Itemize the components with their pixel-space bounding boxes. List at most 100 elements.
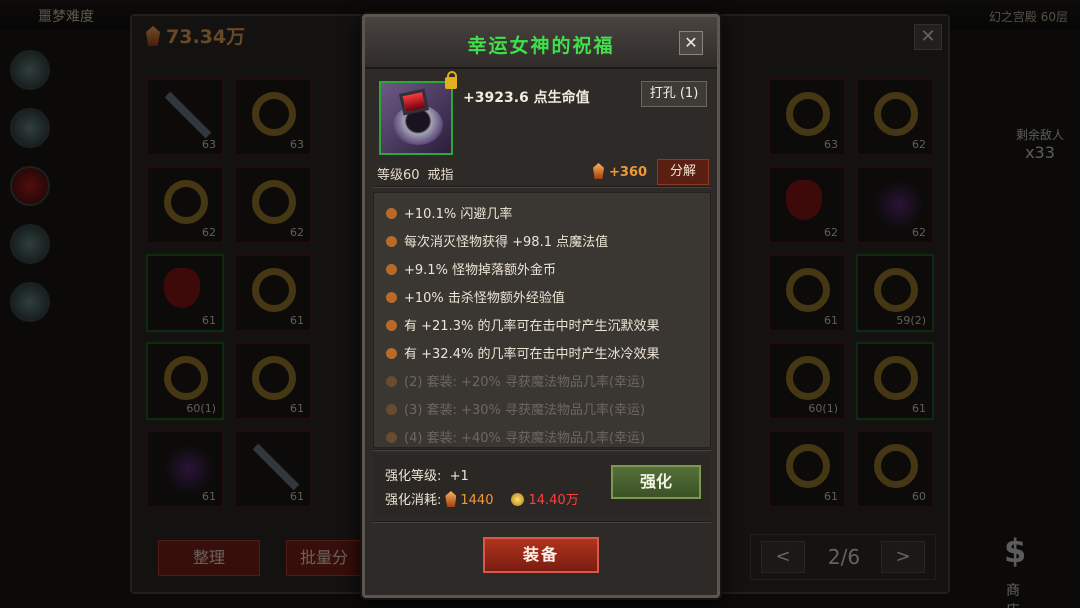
slot-level: 61 (824, 314, 838, 327)
item-icon (252, 443, 300, 491)
item-name: 幸运女神的祝福 (467, 35, 615, 57)
slot-level: 63 (290, 138, 304, 151)
slot-level: 62 (912, 226, 926, 239)
crystal-icon (445, 491, 457, 507)
dialog-header: 幸运女神的祝福 ✕ (365, 17, 717, 69)
inventory-slot[interactable]: 63 (146, 78, 224, 156)
close-icon[interactable]: ✕ (914, 24, 942, 50)
inventory-slot[interactable]: 61 (234, 342, 312, 420)
inventory-slot[interactable]: 62 (146, 166, 224, 244)
bullet-icon (386, 292, 397, 303)
page-indicator: 2/6 (827, 545, 861, 569)
decompose-value: +360 (593, 163, 647, 180)
slot-level: 61 (290, 314, 304, 327)
inventory-slot[interactable]: 61 (234, 430, 312, 508)
pager: < 2/6 > (750, 534, 936, 580)
inventory-slot[interactable]: 59(2) (856, 254, 934, 332)
batch-decompose-button[interactable]: 批量分 (286, 540, 362, 576)
set-bonus-row: (4) 套装: +40% 寻获魔法物品几率(幸运) (386, 427, 645, 446)
enhance-level-value: +1 (449, 469, 469, 484)
inventory-slot[interactable]: 62 (768, 166, 846, 244)
affix-text: +9.1% 怪物掉落额外金币 (404, 263, 557, 278)
inventory-slot[interactable]: 60(1) (768, 342, 846, 420)
item-icon (786, 180, 822, 220)
affix-row: +10.1% 闪避几率 (386, 203, 512, 222)
enhance-cost: 强化消耗: 1440 14.40万 (385, 489, 579, 508)
crystal-icon (146, 26, 160, 46)
hero-avatar[interactable] (10, 166, 50, 206)
inventory-slot[interactable]: 62 (234, 166, 312, 244)
gold-cost: 14.40万 (528, 493, 579, 508)
item-icon (874, 356, 918, 400)
crystal-icon (593, 163, 604, 179)
item-icon (874, 92, 918, 136)
set-bonus-row: (3) 套装: +30% 寻获魔法物品几率(幸运) (386, 399, 645, 418)
affix-text: (3) 套装: +30% 寻获魔法物品几率(幸运) (404, 403, 646, 418)
bullet-icon (386, 264, 397, 275)
lock-icon[interactable] (445, 71, 457, 89)
enhance-level: 强化等级: +1 (385, 465, 469, 484)
item-icon (164, 180, 208, 224)
item-level-type: 等级60 戒指 (377, 164, 462, 183)
decompose-button[interactable]: 分解 (657, 159, 709, 185)
inventory-slot[interactable]: 60(1) (146, 342, 224, 420)
bullet-icon (386, 236, 397, 247)
decompose-amount: +360 (609, 165, 648, 180)
divider (373, 449, 711, 451)
slot-level: 63 (824, 138, 838, 151)
inventory-slot[interactable]: 63 (234, 78, 312, 156)
inventory-slot[interactable]: 62 (856, 166, 934, 244)
next-page-button[interactable]: > (881, 541, 925, 573)
affix-text: +10% 击杀怪物额外经验值 (404, 291, 565, 306)
prev-page-button[interactable]: < (761, 541, 805, 573)
bullet-icon (386, 348, 397, 359)
shop-label: 商店 (1006, 583, 1020, 608)
hero-avatar[interactable] (10, 224, 50, 264)
item-icon (786, 92, 830, 136)
remaining-label: 剩余敌人 (1015, 128, 1064, 142)
bullet-icon (386, 320, 397, 331)
item-icon (164, 356, 208, 400)
item-detail-dialog: 幸运女神的祝福 ✕ +3923.6 点生命值 打孔 (1) 等级60 戒指 +36… (362, 14, 720, 598)
inventory-slot[interactable]: 63 (768, 78, 846, 156)
enhance-button[interactable]: 强化 (611, 465, 701, 499)
item-icon (164, 91, 212, 139)
main-stat: +3923.6 点生命值 (463, 90, 590, 106)
slot-level: 61 (202, 490, 216, 503)
inventory-slot[interactable]: 61 (146, 254, 224, 332)
equip-button[interactable]: 装备 (483, 537, 599, 573)
inventory-slot[interactable]: 61 (768, 430, 846, 508)
slot-level: 60 (912, 490, 926, 503)
hero-avatar[interactable] (10, 282, 50, 322)
inventory-slot[interactable]: 60 (856, 430, 934, 508)
slot-level: 61 (290, 402, 304, 415)
inventory-slot[interactable]: 62 (856, 78, 934, 156)
inventory-slot[interactable]: 61 (146, 430, 224, 508)
item-level: 等级60 (377, 168, 420, 183)
close-icon[interactable]: ✕ (679, 31, 703, 55)
inventory-slot[interactable]: 61 (768, 254, 846, 332)
item-type: 戒指 (427, 168, 454, 183)
slot-level: 62 (912, 138, 926, 151)
item-icon (252, 268, 296, 312)
hero-avatar[interactable] (10, 108, 50, 148)
item-icon (786, 444, 830, 488)
hero-avatar[interactable] (10, 50, 50, 90)
item-icon (164, 444, 214, 494)
socket-button[interactable]: 打孔 (1) (641, 81, 707, 107)
item-icon (252, 180, 296, 224)
gold-amount: 73.34万 (166, 26, 246, 48)
inventory-slot[interactable]: 61 (856, 342, 934, 420)
item-icon (786, 268, 830, 312)
sort-button[interactable]: 整理 (158, 540, 260, 576)
item-icon (874, 444, 918, 488)
slot-level: 62 (824, 226, 838, 239)
enhance-section: 强化等级: +1 强化消耗: 1440 14.40万 强化 (373, 453, 711, 517)
slot-level: 59(2) (896, 314, 926, 327)
enhance-level-label: 强化等级: (385, 469, 442, 484)
item-icon (252, 92, 296, 136)
slot-level: 60(1) (808, 402, 838, 415)
divider (373, 186, 711, 188)
bullet-icon (386, 404, 397, 415)
inventory-slot[interactable]: 61 (234, 254, 312, 332)
